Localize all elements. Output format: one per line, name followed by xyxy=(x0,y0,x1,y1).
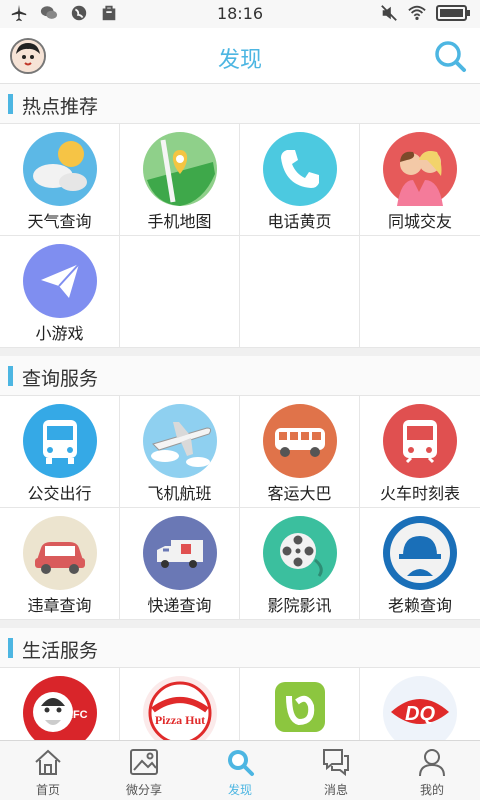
grid-item-cinema[interactable]: 影院影讯 xyxy=(240,508,360,620)
status-bar: 18:16 xyxy=(0,0,480,28)
grid-item-debtor[interactable]: 老赖查询 xyxy=(360,508,480,620)
grid-item-label: 快递查询 xyxy=(147,596,212,615)
page-title: 发现 xyxy=(217,48,262,73)
dianping-logo xyxy=(275,682,325,732)
wifi-icon xyxy=(408,5,426,21)
grid-item-label: 手机地图 xyxy=(147,212,212,231)
truck-icon xyxy=(143,516,217,590)
discover-content[interactable]: 热点推荐 天气查询 手机地图 电话黄页 同城交友 小游戏 查询服务 公交出行 飞… xyxy=(0,84,480,740)
app-header: 发现 xyxy=(0,28,480,84)
section-marker xyxy=(8,638,13,658)
film-reel-icon xyxy=(263,516,337,590)
grid-item-coach[interactable]: 客运大巴 xyxy=(240,396,360,508)
grid-item-dianping[interactable] xyxy=(240,668,360,740)
tab-label: 我的 xyxy=(419,783,444,797)
grid-item-label: 公交出行 xyxy=(27,484,92,503)
section-life: 生活服务 KFC Pizza Hut DQ xyxy=(0,628,480,740)
section-hot: 热点推荐 天气查询 手机地图 电话黄页 同城交友 小游戏 xyxy=(0,84,480,348)
train-icon xyxy=(383,404,457,478)
search-icon[interactable] xyxy=(432,38,468,74)
tab-messages[interactable]: 消息 xyxy=(288,741,384,800)
kfc-logo-text: KFC xyxy=(65,709,88,721)
couple-icon xyxy=(383,132,457,206)
image-share-icon xyxy=(130,749,158,775)
grid-item-weather[interactable]: 天气查询 xyxy=(0,124,120,236)
grid-item-map[interactable]: 手机地图 xyxy=(120,124,240,236)
grid-item-dq[interactable]: DQ xyxy=(360,668,480,740)
grid-item-label: 客运大巴 xyxy=(267,484,332,503)
user-icon xyxy=(419,749,445,777)
mute-icon xyxy=(381,5,397,21)
grid-item-empty xyxy=(240,236,360,348)
search-icon xyxy=(228,750,254,776)
grid-item-empty xyxy=(360,236,480,348)
section-title: 生活服务 xyxy=(22,640,99,662)
section-title: 热点推荐 xyxy=(22,96,99,118)
pizza-hut-logo: Pizza Hut xyxy=(143,676,217,740)
tab-discover[interactable]: 发现 xyxy=(192,741,288,800)
dq-logo-text: DQ xyxy=(405,703,435,725)
dq-logo: DQ xyxy=(383,676,457,740)
grid-item-label: 火车时刻表 xyxy=(379,484,460,503)
weather-icon xyxy=(23,132,97,206)
grid-item-phone[interactable]: 电话黄页 xyxy=(240,124,360,236)
section-marker xyxy=(8,366,13,386)
grid-item-label: 天气查询 xyxy=(27,212,92,231)
tab-home[interactable]: 首页 xyxy=(0,741,96,800)
grid-item-flight[interactable]: 飞机航班 xyxy=(120,396,240,508)
section-query: 查询服务 公交出行 飞机航班 客运大巴 火车时刻表 违章查询 快递查询 影院影讯… xyxy=(0,356,480,620)
paper-plane-icon xyxy=(23,244,97,318)
tab-label: 发现 xyxy=(227,783,252,797)
grid-item-pizzahut[interactable]: Pizza Hut xyxy=(120,668,240,740)
status-right-icons xyxy=(380,4,470,22)
bus-icon xyxy=(23,404,97,478)
section-header: 热点推荐 xyxy=(0,84,480,124)
grid-item-label: 同城交友 xyxy=(387,212,452,231)
airplane-icon xyxy=(143,404,217,478)
grid-item-label: 老赖查询 xyxy=(387,596,452,615)
section-header: 生活服务 xyxy=(0,628,480,668)
grid-item-label: 影院影讯 xyxy=(267,596,332,615)
phone-icon xyxy=(263,132,337,206)
life-grid: KFC Pizza Hut DQ xyxy=(0,668,480,740)
chat-icon xyxy=(323,749,349,777)
hot-grid: 天气查询 手机地图 电话黄页 同城交友 小游戏 xyxy=(0,124,480,348)
grid-item-bus[interactable]: 公交出行 xyxy=(0,396,120,508)
grid-item-label: 电话黄页 xyxy=(267,212,332,231)
grid-item-kfc[interactable]: KFC xyxy=(0,668,120,740)
grid-item-express[interactable]: 快递查询 xyxy=(120,508,240,620)
grid-item-label: 飞机航班 xyxy=(147,484,212,503)
grid-item-game[interactable]: 小游戏 xyxy=(0,236,120,348)
bottom-tab-bar: 首页 微分享 发现 消息 我的 xyxy=(0,740,480,800)
car-icon xyxy=(23,516,97,590)
grid-item-label: 小游戏 xyxy=(35,324,84,343)
tab-share[interactable]: 微分享 xyxy=(96,741,192,800)
section-title: 查询服务 xyxy=(22,368,99,390)
section-marker xyxy=(8,94,13,114)
grid-item-violation[interactable]: 违章查询 xyxy=(0,508,120,620)
tab-label: 微分享 xyxy=(125,783,162,797)
grid-item-dating[interactable]: 同城交友 xyxy=(360,124,480,236)
tab-me[interactable]: 我的 xyxy=(384,741,480,800)
battery-icon xyxy=(436,5,470,21)
pizza-hut-logo-text: Pizza Hut xyxy=(155,713,205,727)
tab-label: 消息 xyxy=(323,783,348,797)
section-header: 查询服务 xyxy=(0,356,480,396)
map-icon xyxy=(143,132,217,206)
coach-icon xyxy=(263,404,337,478)
grid-item-empty xyxy=(120,236,240,348)
kfc-logo: KFC xyxy=(23,676,97,740)
query-grid: 公交出行 飞机航班 客运大巴 火车时刻表 违章查询 快递查询 影院影讯 老赖查询 xyxy=(0,396,480,620)
grid-item-label: 违章查询 xyxy=(27,596,92,615)
home-icon xyxy=(35,749,61,775)
grid-item-train[interactable]: 火车时刻表 xyxy=(360,396,480,508)
helmet-icon xyxy=(383,516,457,590)
tab-label: 首页 xyxy=(35,783,60,797)
